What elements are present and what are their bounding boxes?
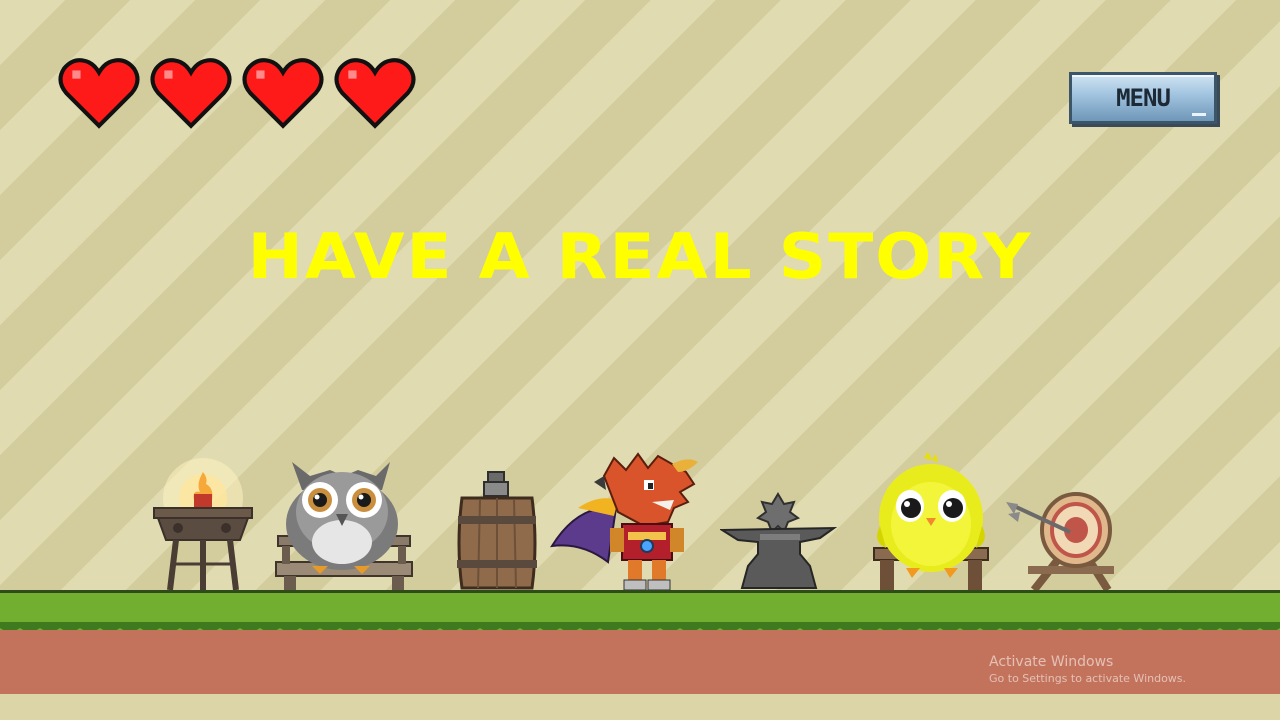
torch-brazier [153,458,253,591]
wooden-barrel [457,471,537,590]
health-hearts [58,52,416,134]
heart-icon [334,58,416,129]
watermark-subtitle: Go to Settings to activate Windows. [989,672,1187,685]
heart-icon [150,58,232,129]
anvil [720,492,838,589]
watermark-title: Activate Windows [989,654,1114,670]
bottom-background-strip [0,694,1280,720]
archery-target [1006,492,1114,592]
windows-activation-watermark: Activate Windows Go to Settings to activ… [989,654,1186,685]
menu-button-shine [1192,113,1206,116]
headline-text: HAVE A REAL STORY [247,219,1033,294]
heart-icon [58,58,140,129]
heart-icon [242,58,324,129]
owl-on-bench [275,462,413,590]
yellow-chick-on-bench [873,452,989,590]
dragon-knight-player [550,452,698,591]
menu-button-label: MENU [1116,84,1171,112]
menu-button[interactable]: MENU [1069,72,1217,124]
